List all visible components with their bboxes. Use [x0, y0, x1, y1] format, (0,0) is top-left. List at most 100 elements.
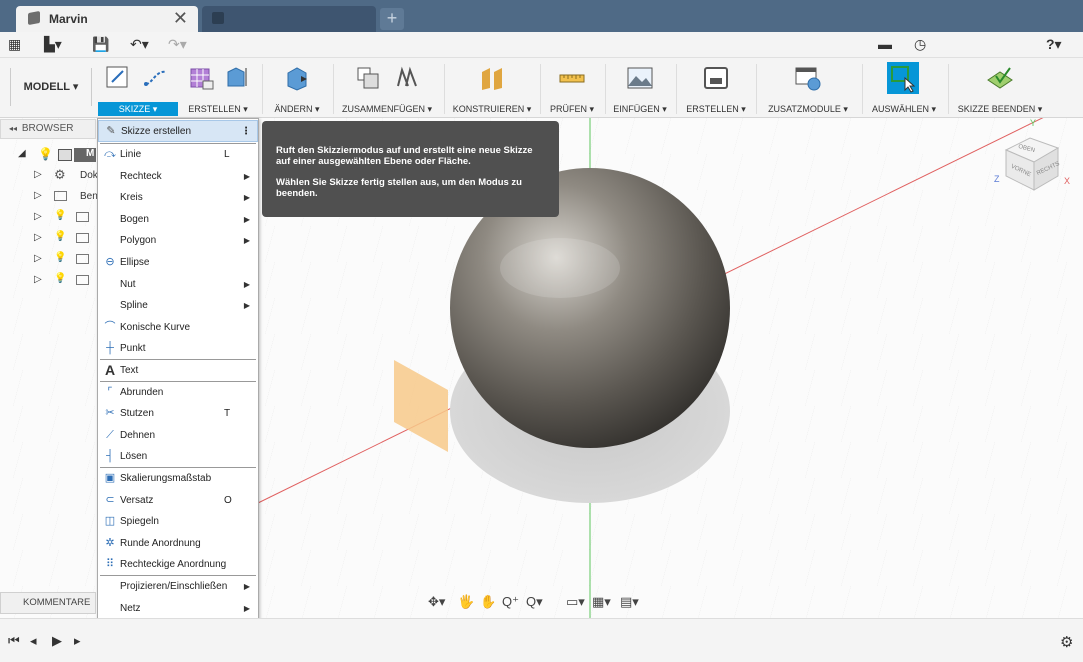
browser-item-doc-settings[interactable]: ▷ ⚙ Dok [0, 167, 98, 188]
mirror-icon: ◫ [104, 515, 116, 528]
menu-item-netz[interactable]: Netz ▶ [98, 598, 258, 620]
expand-arrow-icon[interactable]: ▷ [34, 169, 42, 180]
menu-item-label: Polygon [120, 235, 157, 247]
zoom-icon[interactable]: Q⁺ [502, 594, 519, 610]
expand-arrow-icon[interactable]: ▷ [34, 232, 42, 243]
browser-item[interactable]: ▷ 💡 [0, 272, 96, 293]
job-status-icon[interactable]: ▬ [878, 36, 892, 52]
viewports-icon[interactable]: ▤▾ [620, 594, 639, 610]
save-icon[interactable]: 💾 [92, 36, 109, 53]
browser-panel-header[interactable]: ◂◂ BROWSER [0, 119, 96, 139]
menu-item-dehnen[interactable]: ⟋ Dehnen [98, 425, 258, 447]
browser-item-label: Dok [80, 170, 98, 181]
menu-item-create-sketch[interactable]: ✎ Skizze erstellen ⋮ [98, 120, 258, 142]
orbit-icon[interactable]: ✥▾ [428, 594, 445, 610]
history-icon[interactable]: ◷ [914, 36, 926, 53]
lightbulb-icon[interactable]: 💡 [54, 210, 66, 221]
workspace-selector[interactable]: MODELL ▾ [10, 68, 92, 106]
close-tab-icon[interactable]: ✕ [173, 8, 188, 29]
menu-item-polygon[interactable]: Polygon ▶ [98, 230, 258, 252]
menu-item-label: Abrunden [120, 386, 164, 398]
go-to-start-icon[interactable]: ⏮ [8, 633, 20, 649]
menu-item-nut[interactable]: Nut ▶ [98, 274, 258, 296]
menu-item-spiegeln[interactable]: ◫ Spiegeln [98, 511, 258, 533]
pan-icon[interactable]: ✋ [480, 594, 496, 610]
browser-item[interactable]: ▷ 💡 [0, 230, 96, 251]
menu-item-rechteck[interactable]: Rechteck ▶ [98, 166, 258, 188]
display-settings-icon[interactable]: ▭▾ [566, 594, 585, 610]
menu-item-rechteckige-anordnung[interactable]: ⠿ Rechteckige Anordnung [98, 554, 258, 576]
menu-item-abrunden[interactable]: ⌜ Abrunden [98, 382, 258, 404]
menu-item-skalierungsmaßstab[interactable]: ▣ Skalierungsmaßstab [98, 468, 258, 490]
ribbon-group-modify[interactable]: ÄNDERN ▾ [266, 58, 328, 118]
separator [605, 64, 606, 114]
browser-item[interactable]: ▷ 💡 [0, 209, 96, 230]
file-menu-icon[interactable]: ▙▾ [44, 36, 62, 53]
expand-arrow-icon[interactable]: ▷ [34, 253, 42, 264]
expand-arrow-icon[interactable]: ▷ [34, 274, 42, 285]
extend-icon: ⟋ [106, 428, 114, 441]
app-grid-icon[interactable]: ▦ [8, 36, 21, 53]
menu-item-punkt[interactable]: ┼ Punkt [98, 338, 258, 360]
menu-item-kreis[interactable]: Kreis ▶ [98, 187, 258, 209]
browser-item-named-views[interactable]: ▷ Ben [0, 188, 98, 209]
ribbon-group-sketch[interactable]: SKIZZE ▾ [98, 58, 178, 118]
insert-image-icon [627, 67, 653, 89]
fit-icon[interactable]: Q▾ [526, 594, 543, 610]
ribbon-group-assemble[interactable]: ZUSAMMENFÜGEN ▾ [336, 58, 438, 118]
menu-item-projizieren-einschließen[interactable]: Projizieren/Einschließen ▶ [98, 576, 258, 598]
expand-arrow-icon[interactable]: ◢ [18, 148, 26, 159]
menu-item-runde-anordnung[interactable]: ✲ Runde Anordnung [98, 533, 258, 555]
browser-item[interactable]: ▷ 💡 [0, 251, 96, 272]
text-icon: A [104, 362, 116, 378]
menu-item-ellipse[interactable]: ⊖ Ellipse [98, 252, 258, 274]
ribbon-label-construct: KONSTRUIEREN ▾ [452, 104, 532, 114]
new-tab-button[interactable]: + [380, 8, 404, 30]
undo-icon[interactable]: ↶▾ [130, 36, 149, 53]
timeline-settings-icon[interactable]: ⚙ [1060, 633, 1073, 651]
joint-icon [397, 66, 417, 87]
ribbon-group-construct[interactable]: KONSTRUIEREN ▾ [448, 58, 536, 118]
ribbon-label-create: ERSTELLEN ▾ [188, 104, 248, 114]
ribbon-group-select[interactable]: AUSWÄHLEN ▾ [866, 58, 942, 118]
look-at-icon[interactable]: 🖐 [458, 594, 474, 610]
ribbon-group-finish-sketch[interactable]: SKIZZE BEENDEN ▾ [952, 58, 1048, 118]
lightbulb-icon[interactable]: 💡 [54, 231, 66, 242]
ribbon-group-inspect[interactable]: PRÜFEN ▾ [544, 58, 600, 118]
expand-arrow-icon[interactable]: ▷ [34, 211, 42, 222]
document-tab[interactable]: Marvin ✕ [16, 6, 198, 32]
break-icon: ┤ [106, 450, 114, 463]
ribbon-group-insert[interactable]: EINFÜGEN ▾ [608, 58, 672, 118]
grid-settings-icon[interactable]: ▦▾ [592, 594, 611, 610]
menu-item-versatz[interactable]: ⊂ Versatz O [98, 490, 258, 512]
menu-item-konische-kurve[interactable]: ⌒ Konische Kurve [98, 317, 258, 339]
menu-item-bogen[interactable]: Bogen ▶ [98, 209, 258, 231]
menu-item-linie[interactable]: ⤼ Linie L [98, 144, 258, 166]
comments-panel[interactable]: KOMMENTARE [0, 592, 96, 614]
menu-item-lösen[interactable]: ┤ Lösen [98, 446, 258, 468]
collapse-browser-icon[interactable]: ◂◂ [9, 124, 17, 133]
fillet-icon: ⌜ [107, 385, 113, 398]
help-icon[interactable]: ?▾ [1046, 36, 1062, 53]
more-options-icon[interactable]: ⋮ [239, 121, 253, 142]
expand-arrow-icon[interactable]: ▷ [34, 190, 42, 201]
3d-print-icon [704, 67, 728, 89]
ribbon-group-addins[interactable]: ZUSATZMODULE ▾ [760, 58, 856, 118]
ribbon-group-make[interactable]: ERSTELLEN ▾ [680, 58, 752, 118]
browser-root-node[interactable]: ◢ 💡 M [0, 146, 96, 167]
step-forward-icon[interactable]: ▸ [74, 633, 81, 649]
measure-icon [559, 74, 585, 83]
ellipse-icon: ⊖ [105, 256, 115, 268]
ribbon-group-create[interactable]: ERSTELLEN ▾ [182, 58, 254, 118]
play-icon[interactable]: ▶ [52, 633, 62, 649]
step-back-icon[interactable]: ◂ [30, 633, 37, 649]
menu-item-stutzen[interactable]: ✂ Stutzen T [98, 403, 258, 425]
menu-item-text[interactable]: A Text [98, 360, 258, 382]
lightbulb-icon[interactable]: 💡 [54, 273, 66, 284]
redo-icon[interactable]: ↷▾ [168, 36, 187, 53]
ribbon-label-addins: ZUSATZMODULE ▾ [768, 104, 848, 114]
lightbulb-icon[interactable]: 💡 [38, 147, 53, 161]
lightbulb-icon[interactable]: 💡 [54, 252, 66, 263]
menu-item-spline[interactable]: Spline ▶ [98, 295, 258, 317]
inactive-tab[interactable] [202, 6, 376, 32]
